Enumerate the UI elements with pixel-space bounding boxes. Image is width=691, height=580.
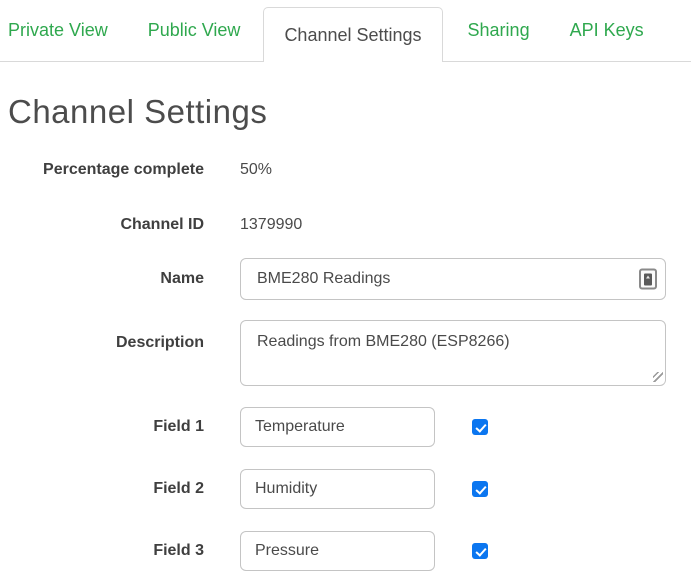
- tab-sharing[interactable]: Sharing: [448, 0, 550, 61]
- channel-id-value: 1379990: [240, 216, 302, 234]
- tab-api-keys[interactable]: API Keys: [550, 0, 664, 61]
- page-title: Channel Settings: [8, 92, 691, 132]
- tab-private-view[interactable]: Private View: [0, 0, 128, 61]
- percentage-complete-row: Percentage complete 50%: [0, 158, 691, 182]
- field2-row: Field 2: [0, 469, 691, 509]
- autofill-icon[interactable]: [639, 269, 657, 290]
- channel-settings-form: Percentage complete 50% Channel ID 13799…: [0, 158, 691, 571]
- description-label: Description: [0, 320, 204, 352]
- field2-checkbox[interactable]: [472, 481, 488, 497]
- field1-row: Field 1: [0, 407, 691, 447]
- field3-row: Field 3: [0, 531, 691, 571]
- name-input[interactable]: [240, 258, 666, 300]
- field3-label: Field 3: [0, 542, 204, 560]
- field1-checkbox[interactable]: [472, 419, 488, 435]
- field1-input[interactable]: [240, 407, 435, 447]
- description-textarea[interactable]: Readings from BME280 (ESP8266): [240, 320, 666, 386]
- channel-id-row: Channel ID 1379990: [0, 213, 691, 237]
- description-row: Description Readings from BME280 (ESP826…: [0, 320, 691, 386]
- tab-channel-settings[interactable]: Channel Settings: [263, 7, 442, 62]
- field2-label: Field 2: [0, 480, 204, 498]
- field2-input[interactable]: [240, 469, 435, 509]
- name-label: Name: [0, 270, 204, 288]
- field3-input[interactable]: [240, 531, 435, 571]
- tab-public-view[interactable]: Public View: [128, 0, 261, 61]
- field1-label: Field 1: [0, 418, 204, 436]
- name-row: Name: [0, 258, 691, 300]
- percentage-complete-value: 50%: [240, 161, 272, 179]
- channel-tabbar: Private View Public View Channel Setting…: [0, 0, 691, 62]
- field3-checkbox[interactable]: [472, 543, 488, 559]
- channel-id-label: Channel ID: [0, 216, 204, 234]
- percentage-complete-label: Percentage complete: [0, 161, 204, 179]
